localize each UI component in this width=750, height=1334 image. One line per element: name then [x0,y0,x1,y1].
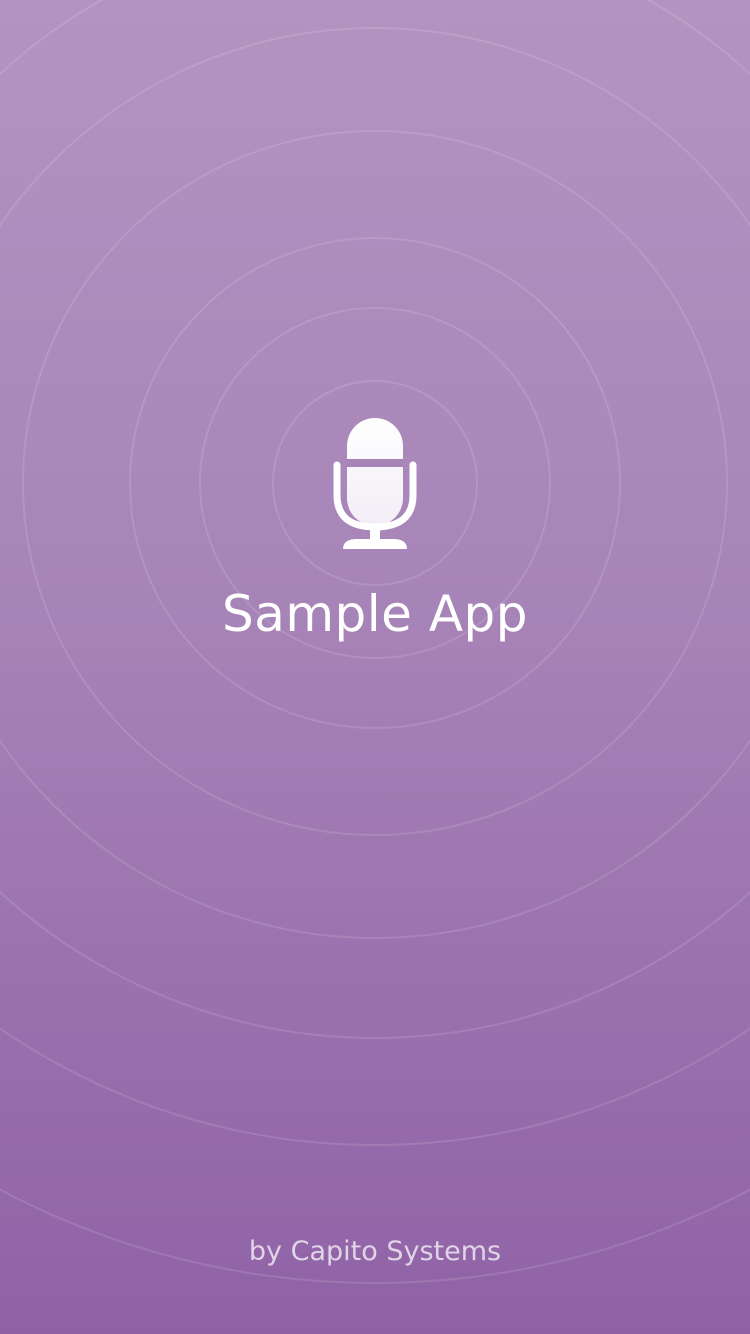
developer-credit: by Capito Systems [248,1236,502,1267]
microphone-icon [333,418,417,549]
splash-screen: Sample App by Capito Systems [0,0,750,1334]
app-title: Sample App [221,585,529,643]
concentric-rings-background [0,0,750,1284]
